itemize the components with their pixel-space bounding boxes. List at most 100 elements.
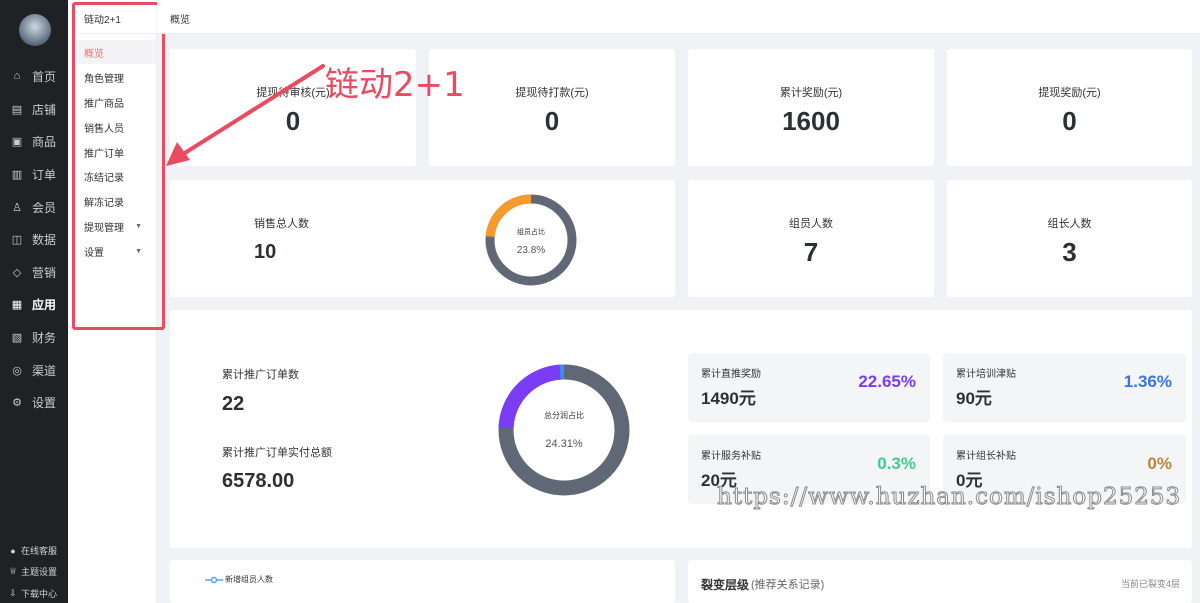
mini-card-training-allowance: 累计培训津贴 90元 1.36% xyxy=(943,353,1186,422)
order-count-label: 累计推广订单数 xyxy=(222,369,299,381)
submenu-item[interactable]: 设置 ▼ xyxy=(74,239,156,263)
leader-count-value: 3 xyxy=(1062,237,1077,267)
sales-total-label: 销售总人数 xyxy=(254,218,309,230)
new-members-chart-card: 新增组员人数 xyxy=(170,560,675,603)
profit-ratio-value: 24.31% xyxy=(545,438,583,450)
annotation-label: 链动2+1 xyxy=(325,65,465,105)
legend-line-icon xyxy=(205,576,223,584)
submenu-item[interactable]: 概览 xyxy=(74,40,156,64)
sidebar-item-label: 财务 xyxy=(32,330,57,345)
top-header: 概览 xyxy=(157,0,1200,34)
goods-icon: ▣ xyxy=(11,135,23,148)
theme-shirt-icon: ♕ xyxy=(8,566,18,576)
submenu-item-label: 提现管理 xyxy=(84,222,124,234)
secondary-menu: 链动2+1 概览 角色管理 推广商品 销售人员 推广订单 冻结记录 解冻记录 提现管理 ▼ 设置 ▼ xyxy=(68,0,157,603)
submenu-item[interactable]: 解冻记录 xyxy=(74,189,156,213)
fission-level-card: 裂变层级 (推荐关系记录) 当前已裂变4层 xyxy=(688,560,1192,603)
app-icon: ▦ xyxy=(11,298,23,311)
mini-card-percent: 1.36% xyxy=(1123,372,1172,391)
sidebar-item[interactable]: ◫ 数据 xyxy=(0,223,68,255)
fission-level-subtitle: (推荐关系记录) xyxy=(751,579,825,591)
sidebar-item[interactable]: ▦ 应用 xyxy=(0,288,68,320)
legend-new-members[interactable]: 新增组员人数 xyxy=(225,574,273,585)
sidebar-item[interactable]: ◇ 营销 xyxy=(0,256,68,288)
submenu-item[interactable]: 冻结记录 xyxy=(74,164,156,188)
sales-total-value: 10 xyxy=(254,241,277,263)
submenu-item[interactable]: 推广订单 xyxy=(74,140,156,164)
sidebar-item[interactable]: ♙ 会员 xyxy=(0,191,68,223)
submenu-item-label: 销售人员 xyxy=(84,123,124,135)
channel-icon: ◎ xyxy=(12,364,22,377)
sidebar-item-label: 应用 xyxy=(32,297,57,312)
stat-card-withdraw-reward: 提现奖励(元) 0 xyxy=(947,49,1192,166)
mini-card-label: 累计服务补贴 xyxy=(701,451,761,462)
mini-card-amount: 90元 xyxy=(956,389,992,408)
sidebar-item[interactable]: ▥ 订单 xyxy=(0,158,68,190)
member-ratio-donut: 组员占比 23.8% xyxy=(485,194,577,286)
stat-value: 1600 xyxy=(782,106,840,136)
stat-label: 提现待打款(元) xyxy=(515,87,589,99)
annotation-arrow xyxy=(166,64,325,166)
finance-icon: ▧ xyxy=(11,331,23,344)
order-count-value: 22 xyxy=(222,393,245,415)
member-count-label: 组员人数 xyxy=(789,218,833,230)
sidebar-item[interactable]: ◎ 渠道 xyxy=(0,354,68,386)
orders-overview-card: 累计推广订单数 22 累计推广订单实付总额 6578.00 总分润占比 24.3… xyxy=(170,310,1192,548)
sidebar-bottom-link[interactable]: ⇩ 下载中心 xyxy=(8,587,57,600)
customer-service-icon: ● xyxy=(10,545,16,556)
data-icon: ◫ xyxy=(11,233,23,246)
submenu-item-label: 角色管理 xyxy=(84,73,124,85)
submenu-divider xyxy=(76,33,156,34)
sidebar-item-label: 会员 xyxy=(32,200,57,215)
sidebar-item[interactable]: ▣ 商品 xyxy=(0,125,68,157)
main-sidebar: ⌂ 首页 ▤ 店铺 ▣ 商品 ▥ 订单 ♙ 会员 ◫ 数据 ◇ 营销 ▦ 应用 ▧ 财务 ◎ 渠道 ⚙ 设置 ● 在线客服 ♕… xyxy=(0,0,68,603)
submenu-item[interactable]: 销售人员 xyxy=(74,115,156,139)
caret-down-icon: ▼ xyxy=(135,222,142,230)
sidebar-item-label: 数据 xyxy=(32,232,57,247)
submenu-item[interactable]: 提现管理 ▼ xyxy=(74,214,156,238)
sidebar-bottom-label: 在线客服 xyxy=(21,546,58,556)
submenu-item[interactable]: 角色管理 xyxy=(74,65,156,89)
sidebar-item[interactable]: ⌂ 首页 xyxy=(0,60,68,92)
member-icon: ♙ xyxy=(12,201,22,214)
submenu-item-label: 冻结记录 xyxy=(84,172,124,184)
leader-count-label: 组长人数 xyxy=(1047,218,1092,230)
sidebar-item-label: 商品 xyxy=(32,134,57,149)
mini-card-direct-reward: 累计直推奖励 1490元 22.65% xyxy=(688,353,930,422)
mini-card-label: 累计组长补贴 xyxy=(956,451,1016,462)
fission-level-count: 当前已裂变4层 xyxy=(1120,579,1180,589)
submenu-item-label: 概览 xyxy=(84,48,104,60)
order-amount-label: 累计推广订单实付总额 xyxy=(222,447,332,459)
sidebar-bottom-label: 下载中心 xyxy=(21,589,58,599)
shop-logo-avatar[interactable] xyxy=(19,14,51,46)
stat-card-withdraw-pay: 提现待打款(元) 0 xyxy=(429,49,675,166)
mini-card-amount: 1490元 xyxy=(701,389,756,408)
marketing-tag-icon: ◇ xyxy=(12,266,22,279)
stat-card-total-reward: 累计奖励(元) 1600 xyxy=(688,49,934,166)
sidebar-item[interactable]: ⚙ 设置 xyxy=(0,386,68,418)
profit-ratio-label: 总分润占比 xyxy=(544,410,584,420)
mini-card-label: 累计直推奖励 xyxy=(701,369,761,380)
stat-label: 累计奖励(元) xyxy=(779,87,843,99)
settings-gear-icon: ⚙ xyxy=(12,396,22,409)
breadcrumb: 概览 xyxy=(170,15,190,26)
stat-value: 0 xyxy=(1062,106,1077,136)
submenu-item[interactable]: 推广商品 xyxy=(74,90,156,114)
store-icon: ▤ xyxy=(11,103,23,116)
sidebar-item-label: 设置 xyxy=(32,395,57,410)
watermark-url: https://www.huzhan.com/ishop25253 xyxy=(716,484,1182,511)
sidebar-item-label: 首页 xyxy=(32,69,57,84)
stat-label: 提现奖励(元) xyxy=(1038,87,1101,99)
sidebar-item-label: 渠道 xyxy=(32,363,57,378)
sidebar-item-label: 店铺 xyxy=(32,102,57,117)
order-amount-value: 6578.00 xyxy=(222,470,295,492)
sidebar-item-label: 订单 xyxy=(32,167,57,182)
sidebar-bottom-link[interactable]: ♕ 主题设置 xyxy=(8,565,57,578)
sidebar-item[interactable]: ▧ 财务 xyxy=(0,321,68,353)
sidebar-item[interactable]: ▤ 店铺 xyxy=(0,93,68,125)
sidebar-bottom-link[interactable]: ● 在线客服 xyxy=(8,544,57,557)
sales-members-card: 销售总人数 10 组员占比 23.8% xyxy=(170,180,675,297)
submenu-item-label: 推广订单 xyxy=(84,148,124,160)
submenu-item-label: 推广商品 xyxy=(84,98,124,110)
mini-card-label: 累计培训津贴 xyxy=(956,369,1016,380)
